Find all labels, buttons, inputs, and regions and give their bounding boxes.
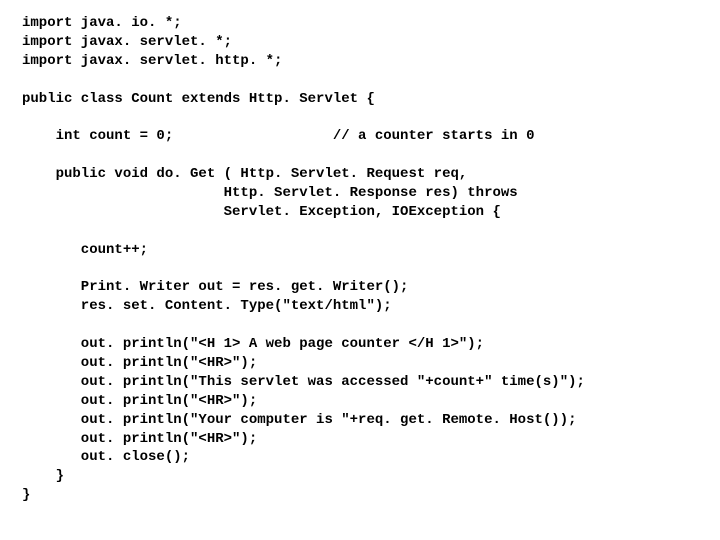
code-line: } [22, 468, 64, 484]
code-line: int count = 0; // a counter starts in 0 [22, 128, 534, 144]
code-block: import java. io. *; import javax. servle… [0, 0, 720, 519]
code-line: Print. Writer out = res. get. Writer(); [22, 279, 408, 295]
code-line: out. println("<HR>"); [22, 393, 257, 409]
code-line: out. println("Your computer is "+req. ge… [22, 412, 577, 428]
code-line: out. println("<HR>"); [22, 431, 257, 447]
code-line: Http. Servlet. Response res) throws [22, 185, 518, 201]
code-line: out. println("<HR>"); [22, 355, 257, 371]
code-line: public void do. Get ( Http. Servlet. Req… [22, 166, 467, 182]
code-line: import java. io. *; [22, 15, 182, 31]
code-line: res. set. Content. Type("text/html"); [22, 298, 392, 314]
code-line: out. println("<H 1> A web page counter <… [22, 336, 484, 352]
code-line: out. println("This servlet was accessed … [22, 374, 585, 390]
code-line: import javax. servlet. *; [22, 34, 232, 50]
code-line: count++; [22, 242, 148, 258]
code-line: out. close(); [22, 449, 190, 465]
code-line: } [22, 487, 30, 503]
code-line: Servlet. Exception, IOException { [22, 204, 501, 220]
code-line: public class Count extends Http. Servlet… [22, 91, 375, 107]
code-line: import javax. servlet. http. *; [22, 53, 282, 69]
